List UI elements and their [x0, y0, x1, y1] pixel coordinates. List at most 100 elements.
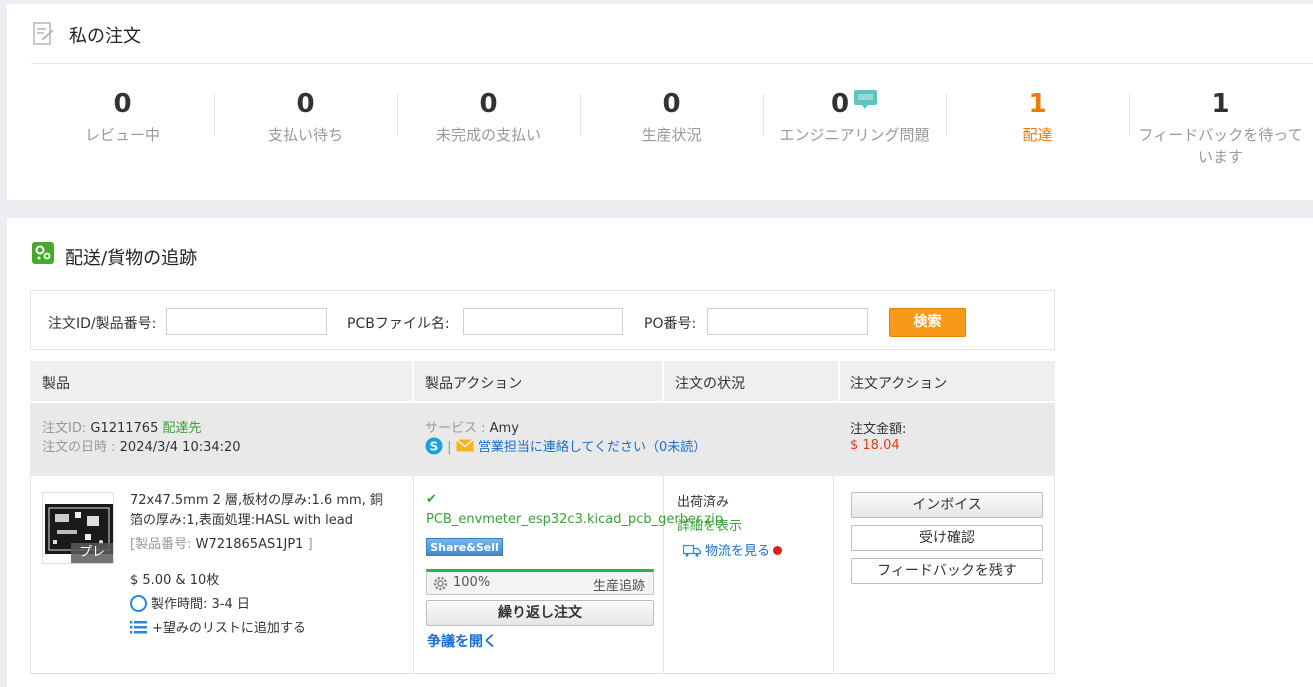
my-orders-panel: 私の注文 0 レビュー中 0 支払い待ち 0 未完成の支払い 0 生産状況 0 … — [7, 4, 1313, 200]
contact-divider: | — [447, 440, 452, 455]
service-name: Amy — [489, 421, 519, 436]
stat-engineering[interactable]: 0 エンジニアリング問題 — [763, 88, 946, 168]
notification-dot — [773, 546, 783, 555]
order-id-input[interactable] — [166, 308, 327, 335]
progress-percent: 100% — [453, 575, 491, 590]
stat-count: 1 — [1211, 89, 1230, 119]
tracking-icon — [32, 242, 54, 264]
stat-awaiting-feedback[interactable]: 1 フィードバックを待っています — [1129, 88, 1312, 168]
service-label: サービス : — [425, 421, 486, 436]
product-number-close: ] — [307, 537, 313, 552]
stat-count: 0 — [296, 89, 315, 119]
stat-label: 配達 — [1022, 126, 1053, 144]
col-divider — [662, 361, 664, 401]
col-divider — [838, 361, 840, 401]
order-info-row: 注文ID: G1211765 配達先 注文の日時 : 2024/3/4 10:3… — [30, 403, 1055, 476]
product-description: 72x47.5mm 2 層,板材の厚み:1.6 mm, 銅箔の厚み:1,表面処理… — [130, 493, 383, 528]
col-product-actions: 製品アクション — [425, 376, 523, 392]
truck-icon — [683, 544, 701, 557]
order-date-value: 2024/3/4 10:34:20 — [119, 440, 241, 455]
confirm-receipt-button[interactable]: 受け確認 — [851, 525, 1043, 551]
service-line: サービス : Amy — [425, 417, 519, 436]
tracking-title: 配送/貨物の追跡 — [65, 248, 198, 269]
leave-feedback-button[interactable]: フィードバックを残す — [851, 558, 1043, 584]
reorder-button[interactable]: 繰り返し注文 — [426, 600, 654, 626]
lead-time-text: 製作時間: 3-4 日 — [151, 597, 250, 612]
stat-label: レビュー中 — [84, 126, 160, 144]
check-icon: ✔ — [426, 492, 437, 507]
logistics-link[interactable]: 物流を見る — [683, 540, 783, 559]
amount-label: 注文金額: — [850, 422, 907, 437]
product-number-value: W721865AS1JP1 — [195, 537, 304, 552]
clock-icon — [130, 595, 147, 612]
order-date-label: 注文の日時 : — [42, 440, 116, 455]
product-number: [製品番号: W721865AS1JP1 ] — [130, 533, 313, 552]
col-divider — [663, 476, 664, 674]
col-divider — [833, 476, 834, 674]
contact-sales-link[interactable]: 営業担当に連絡してください（0未読） — [478, 440, 707, 455]
pcb-file-label: PCBファイル名: — [347, 316, 450, 332]
po-input[interactable] — [707, 308, 868, 335]
order-id-label: 注文ID/製品番号: — [48, 316, 157, 332]
stat-count: 0 — [113, 89, 132, 119]
view-details-link[interactable]: 詳細を表示 — [677, 515, 742, 534]
order-list-icon — [33, 22, 54, 45]
pcb-thumbnail[interactable]: プレ — [42, 492, 114, 564]
pcb-file-input[interactable] — [463, 308, 623, 335]
col-divider — [412, 361, 414, 401]
product-number-label: [製品番号: — [130, 537, 192, 552]
po-label: PO番号: — [644, 316, 697, 332]
search-bar: 注文ID/製品番号: PCBファイル名: PO番号: 検索 — [30, 290, 1055, 350]
stat-awaiting-payment[interactable]: 0 支払い待ち — [214, 88, 397, 168]
price-quantity: $ 5.00 & 10枚 — [130, 573, 220, 588]
my-orders-title: 私の注文 — [69, 26, 141, 47]
delivery-link[interactable]: 配達先 — [163, 421, 202, 436]
table-header: 製品 製品アクション 注文の状況 注文アクション — [30, 361, 1055, 401]
share-sell-button[interactable]: Share&Sell — [426, 538, 503, 556]
chat-icon — [854, 90, 878, 109]
col-product: 製品 — [42, 376, 70, 392]
stat-label: 生産状況 — [641, 126, 702, 144]
stat-count-row: 0 — [763, 88, 946, 120]
stat-delivery[interactable]: 1 配達 — [946, 88, 1129, 168]
invoice-button[interactable]: インボイス — [851, 492, 1043, 518]
my-orders-header: 私の注文 — [31, 4, 1313, 64]
stat-label: 未完成の支払い — [435, 126, 541, 144]
production-progress[interactable]: 100% 生産追跡 — [426, 569, 654, 595]
col-order-status: 注文の状況 — [675, 376, 745, 392]
order-id-line: 注文ID: G1211765 配達先 — [42, 417, 202, 436]
stat-production[interactable]: 0 生産状況 — [580, 88, 763, 168]
order-id-value: G1211765 — [90, 421, 159, 436]
order-status: 出荷済み — [677, 495, 730, 510]
gerber-file-link[interactable]: ✔ PCB_envmeter_esp32c3.kicad_pcb_gerber.… — [426, 490, 723, 530]
stat-count: 1 — [1028, 89, 1047, 119]
stat-incomplete-payment[interactable]: 0 未完成の支払い — [397, 88, 580, 168]
tracking-panel: 配送/貨物の追跡 注文ID/製品番号: PCBファイル名: PO番号: 検索 製… — [7, 218, 1313, 687]
col-divider — [413, 476, 414, 674]
order-stats: 0 レビュー中 0 支払い待ち 0 未完成の支払い 0 生産状況 0 エンジニア… — [31, 88, 1312, 168]
logistics-text: 物流を見る — [705, 544, 771, 559]
stat-count: 0 — [662, 89, 681, 119]
svg-text:S: S — [430, 440, 439, 454]
open-dispute-link[interactable]: 争議を開く — [427, 631, 497, 651]
contact-line: S | 営業担当に連絡してください（0未読） — [425, 436, 706, 455]
wishlist-link[interactable]: +望みのリストに追加する — [130, 617, 306, 636]
preview-tag: プレ — [71, 543, 113, 563]
stat-label: フィードバックを待っています — [1138, 126, 1303, 166]
stat-count: 0 — [479, 89, 498, 119]
stat-count: 0 — [830, 89, 850, 119]
production-tracking-link[interactable]: 生産追跡 — [593, 575, 645, 594]
stat-reviewing[interactable]: 0 レビュー中 — [31, 88, 214, 168]
order-amount: $ 18.04 — [850, 438, 900, 453]
lead-time: 製作時間: 3-4 日 — [130, 593, 250, 612]
list-icon — [130, 621, 147, 634]
stat-label: 支払い待ち — [267, 126, 343, 144]
stat-label: エンジニアリング問題 — [779, 126, 930, 144]
order-id-label: 注文ID: — [42, 421, 87, 436]
search-button[interactable]: 検索 — [889, 308, 966, 337]
mail-icon — [455, 438, 474, 452]
order-date-line: 注文の日時 : 2024/3/4 10:34:20 — [42, 436, 241, 455]
col-order-actions: 注文アクション — [850, 376, 948, 392]
skype-icon[interactable]: S — [425, 437, 443, 455]
wishlist-text: +望みのリストに追加する — [152, 621, 306, 636]
